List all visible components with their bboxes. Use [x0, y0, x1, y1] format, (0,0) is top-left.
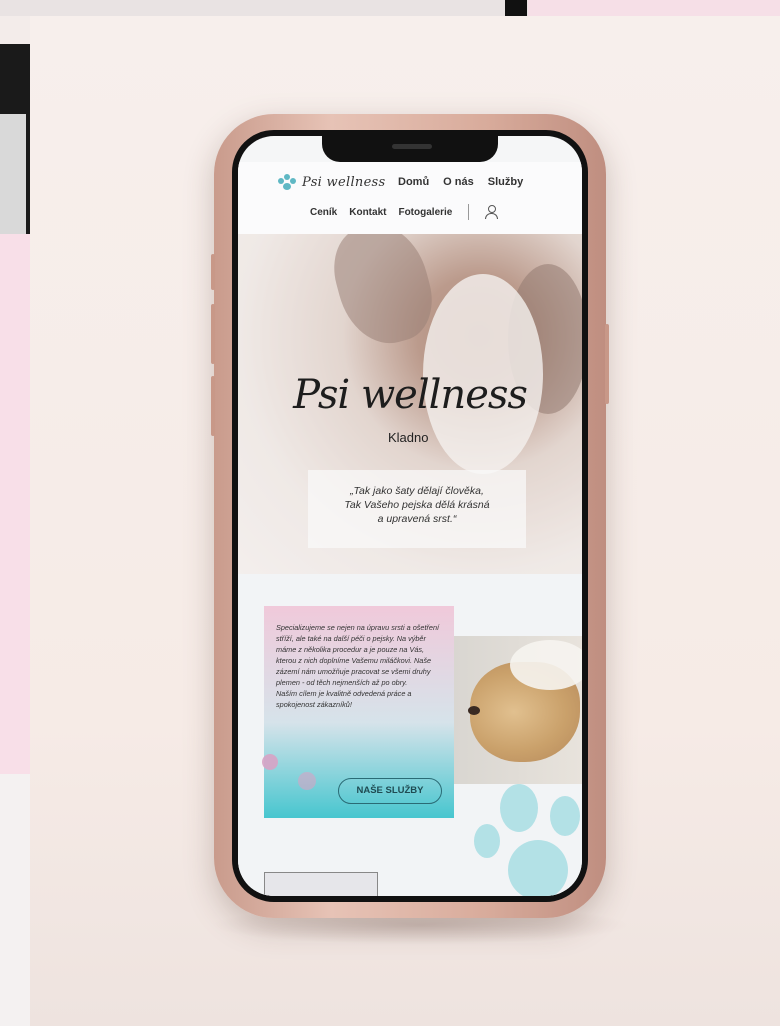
quote-line-1: „Tak jako šaty dělají člověka,: [350, 485, 484, 497]
paw-icon: [262, 754, 278, 770]
site-logo[interactable]: Psi wellness: [278, 174, 386, 190]
background-device-edge: [505, 0, 527, 16]
nav-link-home[interactable]: Domů: [398, 176, 429, 188]
nav-secondary: Ceník Kontakt Fotogalerie: [310, 204, 499, 220]
intro-text: Specializujeme se nejen na úpravu srsti …: [276, 623, 440, 687]
dog-bath-photo: [454, 636, 582, 784]
nav-link-about[interactable]: O nás: [443, 176, 474, 188]
nav-divider: [468, 204, 470, 220]
hero-title: Psi wellness: [293, 372, 528, 418]
background-left-white-panel: [0, 774, 30, 1026]
background-left-device: [0, 44, 30, 244]
intro-card: Specializujeme se nejen na úpravu srsti …: [262, 606, 454, 818]
intro-section: Specializujeme se nejen na úpravu srsti …: [238, 574, 582, 896]
nav-link-contact[interactable]: Kontakt: [349, 207, 386, 218]
nav-link-services[interactable]: Služby: [488, 176, 523, 188]
user-icon[interactable]: [485, 205, 499, 219]
hero-quote: „Tak jako šaty dělají člověka, Tak Vašeh…: [308, 470, 526, 548]
background-pink-panel: [528, 0, 780, 16]
phone-notch: [322, 136, 498, 162]
nav-link-pricing[interactable]: Ceník: [310, 207, 337, 218]
nav-link-gallery[interactable]: Fotogalerie: [398, 207, 452, 218]
site-header: Psi wellness Domů O nás Služby Ceník Kon…: [238, 162, 582, 234]
nav-primary: Domů O nás Služby: [398, 176, 523, 188]
logo-text: Psi wellness: [302, 174, 386, 190]
bottom-partial-element: [264, 872, 378, 896]
paw-logo-icon: [278, 174, 296, 190]
phone-screen: Psi wellness Domů O nás Služby Ceník Kon…: [232, 130, 588, 902]
paw-icon: [474, 784, 582, 896]
quote-line-3: a upravená srst.“: [377, 513, 457, 525]
paw-icon: [298, 772, 316, 790]
website-viewport: Psi wellness Domů O nás Služby Ceník Kon…: [238, 136, 582, 896]
background-left-pink-panel: [0, 234, 30, 774]
services-button[interactable]: NAŠE SLUŽBY: [338, 778, 442, 804]
quote-line-2: Tak Vašeho pejska dělá krásná: [344, 499, 490, 511]
hero-subtitle: Kladno: [388, 430, 429, 445]
intro-goal: Naším cílem je kvalitně odvedená práce a…: [276, 689, 412, 709]
hero-section: Psi wellness Kladno „Tak jako šaty dělaj…: [238, 234, 582, 574]
